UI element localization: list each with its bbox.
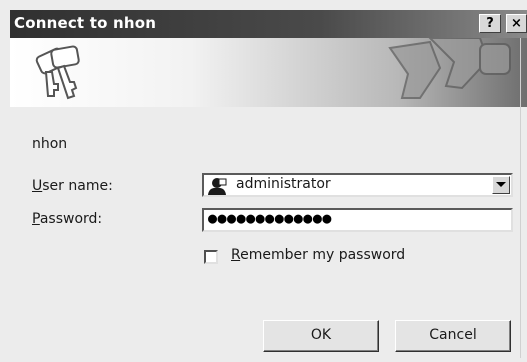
password-label-rest: assword:: [39, 211, 103, 227]
password-value: ●●●●●●●●●●●●●: [208, 209, 332, 227]
remember-label-rest: emember my password: [240, 247, 406, 263]
window-title: Connect to nhon: [14, 14, 157, 32]
cancel-button[interactable]: Cancel: [395, 320, 511, 352]
divider: [520, 38, 521, 358]
user-icon: [208, 178, 227, 195]
banner: [10, 38, 527, 107]
remember-label-key: R: [231, 247, 241, 263]
close-button[interactable]: ×: [506, 14, 527, 33]
help-button[interactable]: ?: [479, 14, 501, 33]
connect-dialog: Connect to nhon ? × nhon User name: admi…: [0, 0, 527, 362]
keys-icon: [35, 38, 511, 100]
username-label-rest: ser name:: [42, 178, 113, 194]
username-label: User name:: [32, 178, 113, 194]
username-value: administrator: [236, 176, 331, 192]
username-combobox[interactable]: administrator: [202, 173, 513, 197]
username-label-key: U: [32, 178, 43, 194]
remember-password-checkbox[interactable]: [204, 250, 218, 264]
dropdown-button[interactable]: [492, 176, 510, 194]
title-bar: Connect to nhon ? ×: [10, 10, 527, 38]
password-label-key: P: [32, 211, 40, 227]
ok-button[interactable]: OK: [263, 320, 379, 352]
server-name: nhon: [32, 136, 68, 152]
password-label: Password:: [32, 211, 102, 227]
password-field[interactable]: ●●●●●●●●●●●●●: [202, 208, 513, 232]
chevron-down-icon: [496, 182, 506, 187]
remember-password-label[interactable]: Remember my password: [231, 247, 405, 263]
